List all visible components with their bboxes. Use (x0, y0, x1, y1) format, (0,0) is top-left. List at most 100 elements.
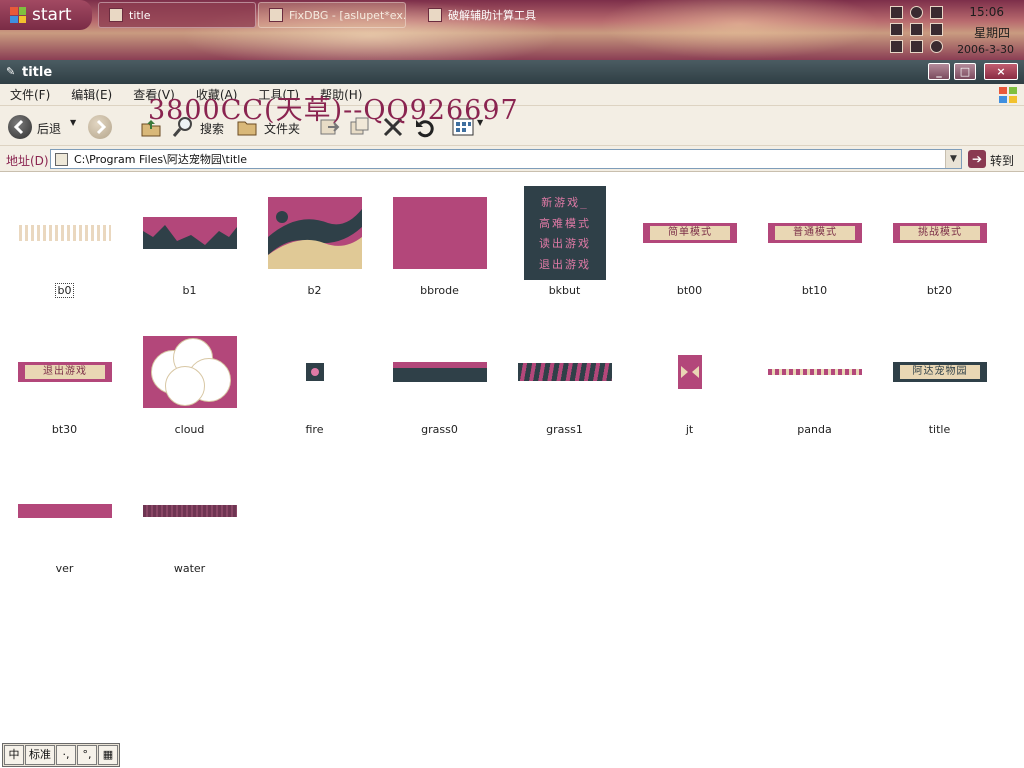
image-thumbnail (143, 325, 237, 419)
thumb-text: 高难模式 (539, 216, 591, 230)
taskbar-item-fixdbg[interactable]: FixDBG - [aslupet*ex... (258, 2, 406, 28)
image-thumbnail (393, 325, 487, 419)
ime-chinese-toggle[interactable]: 中 (4, 745, 24, 765)
address-dropdown-icon[interactable]: ▼ (945, 150, 961, 168)
close-button[interactable]: × (984, 63, 1018, 80)
file-item[interactable]: 新游戏_ 高难模式 读出游戏 退出游戏 bkbut (502, 178, 627, 308)
back-dropdown-icon[interactable]: ▼ (70, 118, 76, 127)
file-item[interactable]: fire (252, 317, 377, 447)
image-thumbnail: 阿达宠物园 (893, 325, 987, 419)
file-item[interactable]: 阿达宠物园 title (877, 317, 1002, 447)
thumb-text: 普通模式 (775, 226, 855, 240)
soft-keyboard-icon[interactable]: ▦ (98, 745, 118, 765)
image-thumbnail: 新游戏_ 高难模式 读出游戏 退出游戏 (518, 186, 612, 280)
maximize-button[interactable]: □ (954, 63, 976, 80)
thumb-text: 读出游戏 (539, 237, 591, 251)
thumb-text: 退出游戏 (539, 257, 591, 271)
image-thumbnail (643, 325, 737, 419)
back-label[interactable]: 后退 (37, 120, 61, 137)
file-item[interactable]: 简单模式 bt00 (627, 178, 752, 308)
file-item[interactable]: 退出游戏 bt30 (2, 317, 127, 447)
file-name: bt00 (676, 284, 703, 297)
ime-mode-standard[interactable]: 标准 (25, 745, 55, 765)
folder-icon (55, 152, 68, 166)
taskbar-glow (600, 0, 880, 60)
clock-day: 星期四 (973, 26, 1010, 40)
file-item[interactable]: 挑战模式 bt20 (877, 178, 1002, 308)
thumb-text: 简单模式 (650, 226, 730, 240)
ime-toolbar: 中 标准 ·, °, ▦ (2, 743, 120, 767)
folder-window-icon (109, 8, 123, 22)
file-item[interactable]: bbrode (377, 178, 502, 308)
image-thumbnail (268, 186, 362, 280)
window-titlebar[interactable]: ✎ title (0, 60, 1024, 84)
file-item[interactable]: b0 (2, 178, 127, 308)
image-thumbnail (518, 325, 612, 419)
windows-flag-icon (10, 7, 26, 23)
clock-time[interactable]: 15:06 (969, 5, 1004, 19)
file-name: bt10 (801, 284, 828, 297)
file-name: bt30 (51, 423, 78, 436)
file-name: bkbut (548, 284, 581, 297)
volume-icon[interactable] (910, 23, 923, 36)
address-bar: 地址(D) C:\Program Files\阿达宠物园\title ▼ ➔ 转… (0, 146, 1024, 172)
image-thumbnail (143, 186, 237, 280)
file-item[interactable]: ver (2, 456, 127, 586)
image-thumbnail: 简单模式 (643, 186, 737, 280)
thumb-text: 阿达宠物园 (900, 365, 980, 379)
go-arrow-icon[interactable]: ➔ (968, 150, 986, 168)
window-title: title (22, 64, 53, 80)
forward-button[interactable] (88, 115, 112, 139)
start-button[interactable]: start (0, 0, 92, 30)
update-icon[interactable] (930, 40, 943, 53)
address-path[interactable]: C:\Program Files\阿达宠物园\title (74, 151, 247, 167)
file-item[interactable]: 普通模式 bt10 (752, 178, 877, 308)
globe-icon[interactable] (910, 6, 923, 19)
taskbar-item-label: title (129, 8, 151, 22)
ime-punctuation-toggle[interactable]: °, (77, 745, 97, 765)
taskbar-item-title[interactable]: title (98, 2, 256, 28)
calculator-icon (428, 8, 442, 22)
thumb-text: 挑战模式 (900, 226, 980, 240)
file-name: bbrode (420, 284, 459, 297)
go-label[interactable]: 转到 (990, 152, 1014, 169)
clock-date: 2006-3-30 (957, 43, 1014, 56)
menu-file[interactable]: 文件(F) (10, 86, 59, 103)
file-name: grass1 (546, 423, 583, 436)
file-item[interactable]: b1 (127, 178, 252, 308)
image-thumbnail (18, 464, 112, 558)
ime-fullwidth-toggle[interactable]: ·, (56, 745, 76, 765)
forward-arrow-icon (96, 119, 107, 135)
file-item[interactable]: grass1 (502, 317, 627, 447)
security-icon[interactable] (890, 40, 903, 53)
file-name: fire (305, 423, 324, 436)
close-app-icon[interactable] (930, 23, 943, 36)
minimize-button[interactable]: _ (928, 63, 950, 80)
file-item[interactable]: water (127, 456, 252, 586)
taskbar-item-label: FixDBG - [aslupet*ex... (289, 8, 406, 22)
file-item[interactable]: panda (752, 317, 877, 447)
file-list: b0 b1 b2 bbrode 新游戏_ 高难模式 读出游戏 退出游戏 bkbu… (0, 172, 1024, 740)
taskbar-item-label: 破解辅助计算工具 (448, 9, 536, 22)
network-icon[interactable] (890, 6, 903, 19)
file-name: bt20 (926, 284, 953, 297)
menu-edit[interactable]: 编辑(E) (71, 86, 121, 103)
file-item[interactable]: grass0 (377, 317, 502, 447)
file-name: b1 (182, 284, 197, 297)
display-icon[interactable] (890, 23, 903, 36)
file-item[interactable]: cloud (127, 317, 252, 447)
window-icon: ✎ (6, 65, 16, 78)
file-name: jt (685, 423, 694, 436)
address-input[interactable]: C:\Program Files\阿达宠物园\title ▼ (50, 149, 962, 169)
image-thumbnail: 退出游戏 (18, 325, 112, 419)
back-button[interactable] (8, 115, 32, 139)
file-name: b0 (54, 283, 75, 298)
watermark-text: 3800CC(天草)--QQ926697 (148, 95, 519, 126)
taskbar-item-calc-tool[interactable]: 破解辅助计算工具 (418, 2, 578, 28)
antivirus-icon[interactable] (910, 40, 923, 53)
image-thumbnail: 挑战模式 (893, 186, 987, 280)
file-item[interactable]: jt (627, 317, 752, 447)
file-item[interactable]: b2 (252, 178, 377, 308)
file-name: grass0 (421, 423, 458, 436)
messenger-icon[interactable] (930, 6, 943, 19)
